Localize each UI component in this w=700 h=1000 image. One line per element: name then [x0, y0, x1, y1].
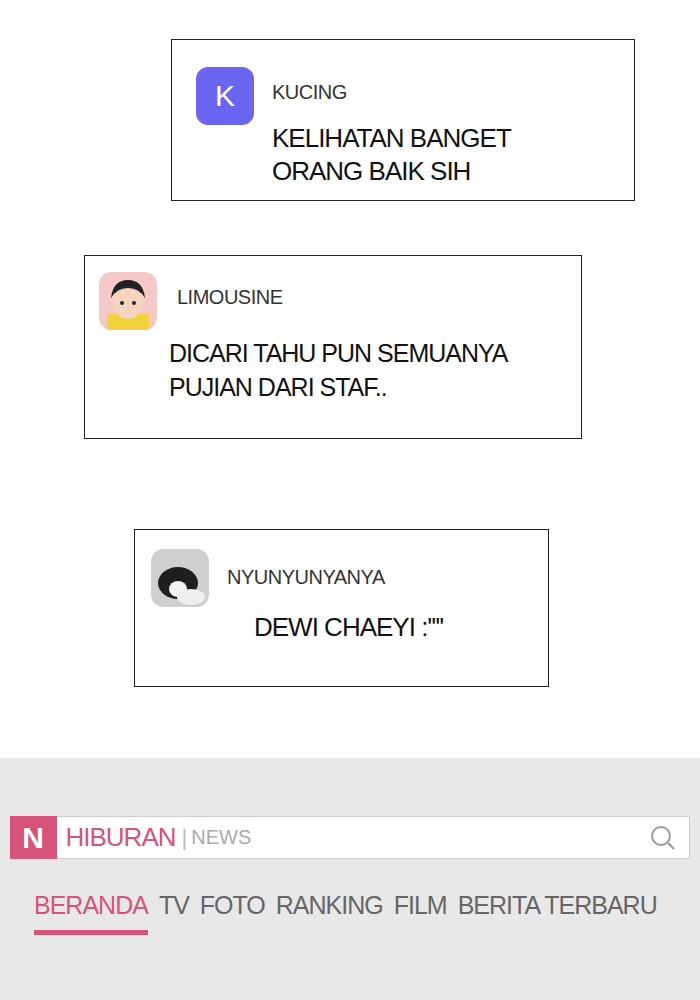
- nav-tab[interactable]: BERANDA: [34, 891, 148, 935]
- nav-tab[interactable]: FILM: [394, 891, 447, 935]
- comment-text: DEWI CHAEYI :'''': [254, 611, 443, 644]
- comment-card: NYUNYUNYANYA DEWI CHAEYI :'''': [134, 529, 549, 687]
- search-bar[interactable]: N HIBURAN | NEWS: [10, 816, 690, 859]
- cat-photo-avatar-icon: [151, 549, 209, 607]
- nav-tab[interactable]: TV: [159, 891, 189, 935]
- separator: |: [182, 825, 188, 851]
- comment-author: KUCING: [272, 80, 511, 104]
- comment-body: LIMOUSINE DICARI TAHU PUN SEMUANYAPUJIAN…: [175, 272, 508, 404]
- app-bar: N HIBURAN | NEWS BERANDATVFOTORANKINGFIL…: [0, 758, 700, 1000]
- comment-text: DICARI TAHU PUN SEMUANYAPUJIAN DARI STAF…: [169, 336, 508, 404]
- comment-body: NYUNYUNYANYA DEWI CHAEYI :'''': [227, 549, 443, 644]
- section-subtitle: NEWS: [191, 826, 251, 849]
- nav-tab[interactable]: BERITA TERBARU: [458, 891, 657, 935]
- avatar-icon: K: [196, 67, 254, 125]
- comment-text: KELIHATAN BANGETORANG BAIK SIH: [272, 122, 511, 188]
- comment-author: NYUNYUNYANYA: [227, 565, 443, 589]
- nav-tab[interactable]: FOTO: [200, 891, 265, 935]
- comment-body: KUCING KELIHATAN BANGETORANG BAIK SIH: [272, 67, 511, 188]
- comment-author: LIMOUSINE: [177, 285, 508, 309]
- nav-tab[interactable]: RANKING: [276, 891, 383, 935]
- section-title: HIBURAN: [66, 822, 176, 853]
- page: K KUCING KELIHATAN BANGETORANG BAIK SIH …: [0, 0, 700, 1000]
- search-icon[interactable]: [649, 824, 677, 852]
- comment-list: K KUCING KELIHATAN BANGETORANG BAIK SIH …: [0, 0, 700, 758]
- nav-tabs: BERANDATVFOTORANKINGFILMBERITA TERBARU: [0, 891, 700, 935]
- comment-card: K KUCING KELIHATAN BANGETORANG BAIK SIH: [171, 39, 635, 201]
- comment-card: LIMOUSINE DICARI TAHU PUN SEMUANYAPUJIAN…: [84, 255, 582, 439]
- logo-icon: N: [10, 816, 57, 859]
- cartoon-avatar-icon: [99, 272, 157, 330]
